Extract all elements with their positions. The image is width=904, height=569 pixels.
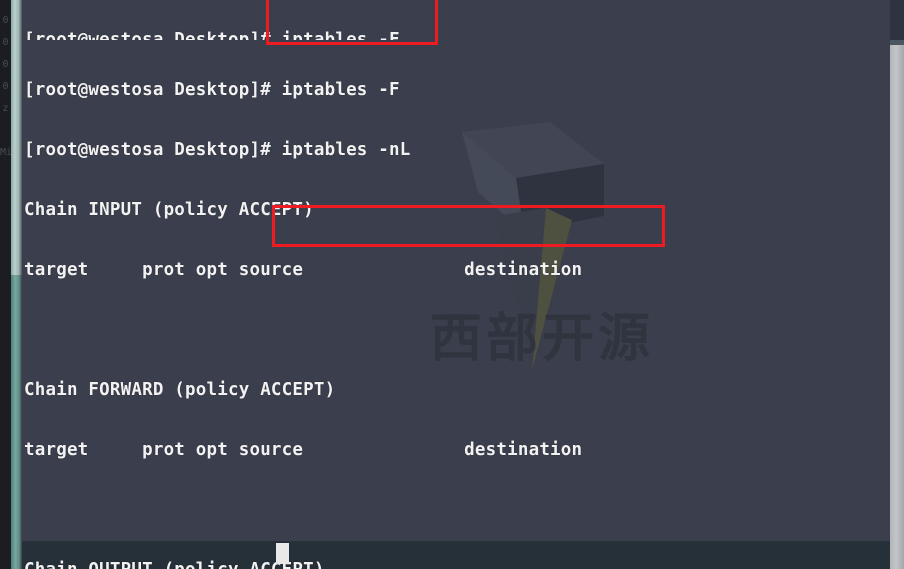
background-window-sliver[interactable]: 0 0 0 0 z Mi (0, 0, 13, 569)
terminal-cursor (276, 543, 289, 564)
terminal-line: target prot opt source destination (24, 260, 583, 280)
terminal-output: [root@westosa Desktop]# iptables -F [roo… (22, 0, 883, 569)
terminal-window-left-frame-lower (11, 275, 22, 569)
terminal-screenshot: 0 0 0 0 z Mi 西部开源 [root@westosa Desktop]… (0, 0, 904, 569)
terminal-line: [root@westosa Desktop]# iptables -F (24, 80, 400, 100)
terminal-line: [root@westosa Desktop]# iptables -F (24, 30, 400, 40)
background-window-ghost-text: 0 0 0 0 z Mi (0, 15, 13, 158)
vertical-scrollbar-thumb[interactable] (890, 45, 904, 569)
terminal-line: Chain OUTPUT (policy ACCEPT) (24, 560, 883, 569)
terminal-content-area[interactable]: 西部开源 [root@westosa Desktop]# iptables -F… (22, 0, 904, 569)
terminal-line: [root@westosa Desktop]# iptables -nL (24, 140, 411, 160)
terminal-line: Chain FORWARD (policy ACCEPT) (24, 380, 336, 400)
terminal-line: target prot opt source destination (24, 440, 583, 460)
terminal-line: Chain INPUT (policy ACCEPT) (24, 200, 314, 220)
